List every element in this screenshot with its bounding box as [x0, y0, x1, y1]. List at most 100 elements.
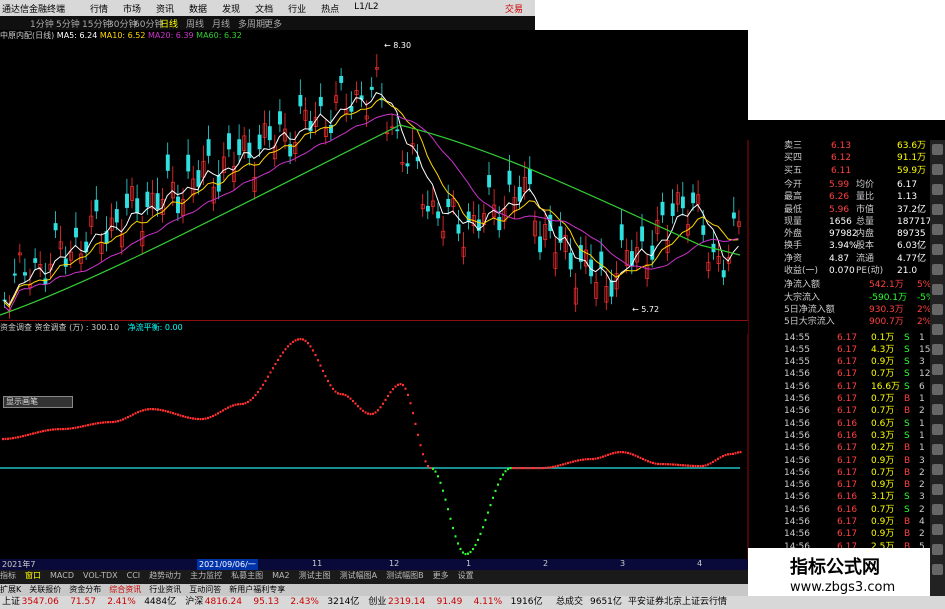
stat-value: 5.96 [829, 204, 850, 215]
menu-item-8[interactable]: L1/L2 [354, 2, 379, 15]
sidebar-button-13-icon[interactable] [932, 404, 943, 415]
tick-price: 6.17 [837, 332, 858, 343]
flow-dot [29, 433, 32, 436]
flow-dot [319, 364, 322, 367]
sidebar-button-17-icon[interactable] [932, 484, 943, 495]
sidebar-button-4-icon[interactable] [932, 224, 943, 235]
info-tab-2[interactable]: 资金分布 [69, 585, 101, 594]
indicator-tab-12[interactable]: 更多 [433, 571, 449, 580]
sidebar-button-9-icon[interactable] [932, 324, 943, 335]
info-tab-6[interactable]: 新用户福利专享 [229, 585, 285, 594]
flow-dot [94, 422, 97, 425]
period-5[interactable]: 日线 [160, 17, 178, 30]
sidebar-button-7-icon[interactable] [932, 284, 943, 295]
flow-dot [424, 460, 427, 463]
menu-item-1[interactable]: 市场 [123, 2, 141, 15]
fund-flow-indicator-chart[interactable]: 300025002000150010005000.00-500-1000-150… [0, 334, 748, 559]
stat-label: 收益(一) [784, 266, 819, 276]
ask-label: 买五 [784, 165, 803, 176]
sidebar-button-14-icon[interactable] [932, 424, 943, 435]
flow-value: 542.1万 [869, 280, 904, 291]
sidebar-button-18-icon[interactable] [932, 504, 943, 515]
info-tab-4[interactable]: 行业资讯 [149, 585, 181, 594]
tick-count: 1 [919, 418, 925, 429]
trade-button[interactable]: 交易 [505, 2, 523, 15]
period-1[interactable]: 5分钟 [56, 17, 80, 30]
flow-dot [422, 453, 424, 456]
sidebar-button-1-icon[interactable] [932, 164, 943, 175]
stat-label: 总量 [856, 216, 875, 227]
flow-dot [12, 437, 14, 440]
sidebar-button-6-icon[interactable] [932, 264, 943, 275]
tick-row: 14:55 6.17 4.3万 S 15 [749, 344, 930, 356]
period-6[interactable]: 周线 [186, 17, 204, 30]
sidebar-button-2-icon[interactable] [932, 184, 943, 195]
status-value: 4816.24 [204, 597, 243, 607]
sidebar-button-10-icon[interactable] [932, 344, 943, 355]
flow-dot [609, 452, 612, 456]
sidebar-button-15-icon[interactable] [932, 444, 943, 455]
candle-body [257, 134, 262, 150]
flow-dot [237, 403, 239, 406]
ask-price: 6.11 [831, 165, 852, 176]
menu-item-6[interactable]: 行业 [288, 2, 306, 15]
flow-dot [164, 409, 167, 413]
flow-dot [447, 508, 449, 511]
info-tab-1[interactable]: 关联报价 [29, 585, 61, 594]
menu-item-3[interactable]: 数据 [189, 2, 207, 15]
info-tab-0[interactable]: 扩展K [0, 585, 21, 594]
indicator-tab-3[interactable]: VOL-TDX [83, 571, 118, 580]
app-title: 通达信金融终端 [2, 5, 66, 15]
flow-dot [644, 459, 647, 462]
indicator-tab-1[interactable]: 窗口 [25, 571, 41, 580]
status-change: 71.57 [70, 597, 96, 607]
flow-dot [24, 434, 27, 437]
flow-dot [127, 416, 129, 419]
sidebar-button-20-icon[interactable] [932, 544, 943, 555]
indicator-tab-10[interactable]: 测试幅图A [340, 571, 377, 580]
info-tab-5[interactable]: 互动问答 [189, 585, 221, 594]
sidebar-button-3-icon[interactable] [932, 204, 943, 215]
flow-dot [607, 453, 609, 456]
indicator-tab-11[interactable]: 测试幅图B [386, 571, 424, 580]
sidebar-button-5-icon[interactable] [932, 244, 943, 255]
indicator-tab-7[interactable]: 私募主图 [231, 571, 263, 580]
indicator-tab-13[interactable]: 设置 [458, 571, 474, 580]
menu-item-2[interactable]: 资讯 [156, 2, 174, 15]
sidebar-button-11-icon[interactable] [932, 364, 943, 375]
menu-item-7[interactable]: 热点 [321, 2, 339, 15]
sidebar-button-0-icon[interactable] [932, 144, 943, 155]
chart-tools-button[interactable]: 显示画笔 [3, 396, 73, 408]
flow-dot [562, 463, 564, 466]
candle-body [691, 192, 696, 204]
menu-item-0[interactable]: 行情 [90, 2, 108, 15]
indicator-tab-4[interactable]: CCI [127, 571, 141, 580]
flow-dot [667, 463, 669, 466]
sidebar-button-19-icon[interactable] [932, 524, 943, 535]
flow-dot [232, 404, 234, 407]
period-7[interactable]: 月线 [212, 17, 230, 30]
status-amount: 1916亿 [510, 597, 543, 607]
menu-item-4[interactable]: 发现 [222, 2, 240, 15]
candlestick-chart[interactable]: 7.207.006.806.606.406.206.005.80← 8.30← … [0, 30, 748, 320]
flow-dot [402, 383, 404, 387]
indicator-tab-0[interactable]: 指标 [0, 571, 16, 580]
menu-item-5[interactable]: 文档 [255, 2, 273, 15]
indicator-tab-6[interactable]: 主力监控 [190, 571, 222, 580]
period-0[interactable]: 1分钟 [30, 17, 54, 30]
sidebar-button-12-icon[interactable] [932, 384, 943, 395]
period-8[interactable]: 多周期 [238, 17, 265, 30]
info-tab-3[interactable]: 综合资讯 [109, 585, 141, 594]
sidebar-button-8-icon[interactable] [932, 304, 943, 315]
flow-dot [387, 394, 389, 398]
sidebar-button-16-icon[interactable] [932, 464, 943, 475]
period-9[interactable]: 更多 [264, 17, 282, 30]
indicator-tab-5[interactable]: 趋势动力 [149, 571, 181, 580]
flow-dot [152, 408, 154, 411]
sidebar-button-21-icon[interactable] [932, 564, 943, 575]
flow-dot [9, 437, 12, 440]
flow-dot [679, 463, 682, 467]
indicator-tab-2[interactable]: MACD [50, 571, 74, 580]
indicator-tab-9[interactable]: 测试主图 [299, 571, 331, 580]
indicator-tab-8[interactable]: MA2 [272, 571, 289, 580]
